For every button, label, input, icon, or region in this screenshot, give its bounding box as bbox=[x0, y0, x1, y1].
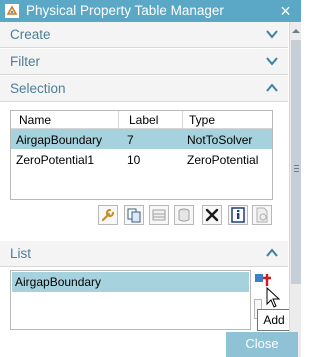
cell-label: 10 bbox=[127, 153, 141, 167]
table-header: Name Label Type bbox=[11, 111, 272, 129]
copy-icon bbox=[127, 208, 141, 223]
list-item-label: AirgapBoundary bbox=[15, 275, 102, 289]
scroll-up-icon[interactable] bbox=[292, 27, 300, 35]
copy-button[interactable] bbox=[124, 205, 144, 225]
column-header-name[interactable]: Name bbox=[19, 113, 51, 127]
table-row[interactable]: AirgapBoundary 7 NotToSolver bbox=[11, 129, 272, 149]
cell-name: AirgapBoundary bbox=[16, 133, 103, 147]
chevron-up-icon[interactable] bbox=[266, 248, 278, 258]
group-list[interactable]: List bbox=[0, 241, 288, 267]
column-header-label[interactable]: Label bbox=[129, 113, 158, 127]
list-box[interactable]: AirgapBoundary bbox=[10, 270, 251, 330]
cell-type: ZeroPotential bbox=[187, 153, 259, 167]
app-icon bbox=[5, 4, 19, 18]
delete-icon bbox=[205, 208, 219, 222]
wrench-icon bbox=[101, 208, 115, 222]
group-create-label: Create bbox=[10, 27, 51, 42]
table-edit-icon bbox=[152, 209, 166, 221]
group-filter-label: Filter bbox=[10, 54, 40, 69]
group-filter[interactable]: Filter bbox=[0, 49, 288, 75]
close-button[interactable]: Close bbox=[226, 332, 298, 357]
group-create[interactable]: Create bbox=[0, 22, 288, 48]
database-button[interactable] bbox=[174, 205, 194, 225]
info-button[interactable] bbox=[228, 205, 248, 225]
group-selection-label: Selection bbox=[10, 81, 66, 96]
mouse-cursor-icon bbox=[266, 287, 280, 308]
selection-table: Name Label Type AirgapBoundary 7 NotToSo… bbox=[10, 110, 273, 200]
document-icon bbox=[256, 207, 268, 223]
table-row[interactable]: ZeroPotential1 10 ZeroPotential bbox=[11, 149, 272, 169]
cell-type: NotToSolver bbox=[187, 133, 253, 147]
edit-button[interactable] bbox=[98, 205, 118, 225]
column-header-type[interactable]: Type bbox=[189, 113, 215, 127]
chevron-down-icon[interactable] bbox=[266, 29, 278, 39]
grip-icon bbox=[294, 165, 299, 172]
chevron-down-icon[interactable] bbox=[266, 56, 278, 66]
document-button[interactable] bbox=[252, 205, 272, 225]
scroll-thumb[interactable] bbox=[291, 40, 301, 284]
database-icon bbox=[178, 208, 190, 222]
cell-name: ZeroPotential1 bbox=[16, 153, 95, 167]
table-edit-button[interactable] bbox=[149, 205, 169, 225]
chevron-up-icon[interactable] bbox=[266, 83, 278, 93]
cell-label: 7 bbox=[127, 133, 134, 147]
column-divider[interactable] bbox=[118, 111, 119, 129]
window-close-button[interactable]: × bbox=[270, 0, 301, 22]
group-list-label: List bbox=[10, 246, 32, 261]
delete-button[interactable] bbox=[202, 205, 222, 225]
info-icon bbox=[231, 207, 245, 223]
column-divider[interactable] bbox=[182, 111, 183, 129]
tooltip-add: Add bbox=[257, 309, 291, 331]
window-title: Physical Property Table Manager bbox=[26, 3, 224, 18]
title-bar: Physical Property Table Manager × bbox=[0, 0, 301, 22]
vertical-scrollbar[interactable] bbox=[289, 22, 301, 357]
list-item[interactable]: AirgapBoundary bbox=[12, 272, 249, 292]
group-selection[interactable]: Selection bbox=[0, 76, 288, 102]
